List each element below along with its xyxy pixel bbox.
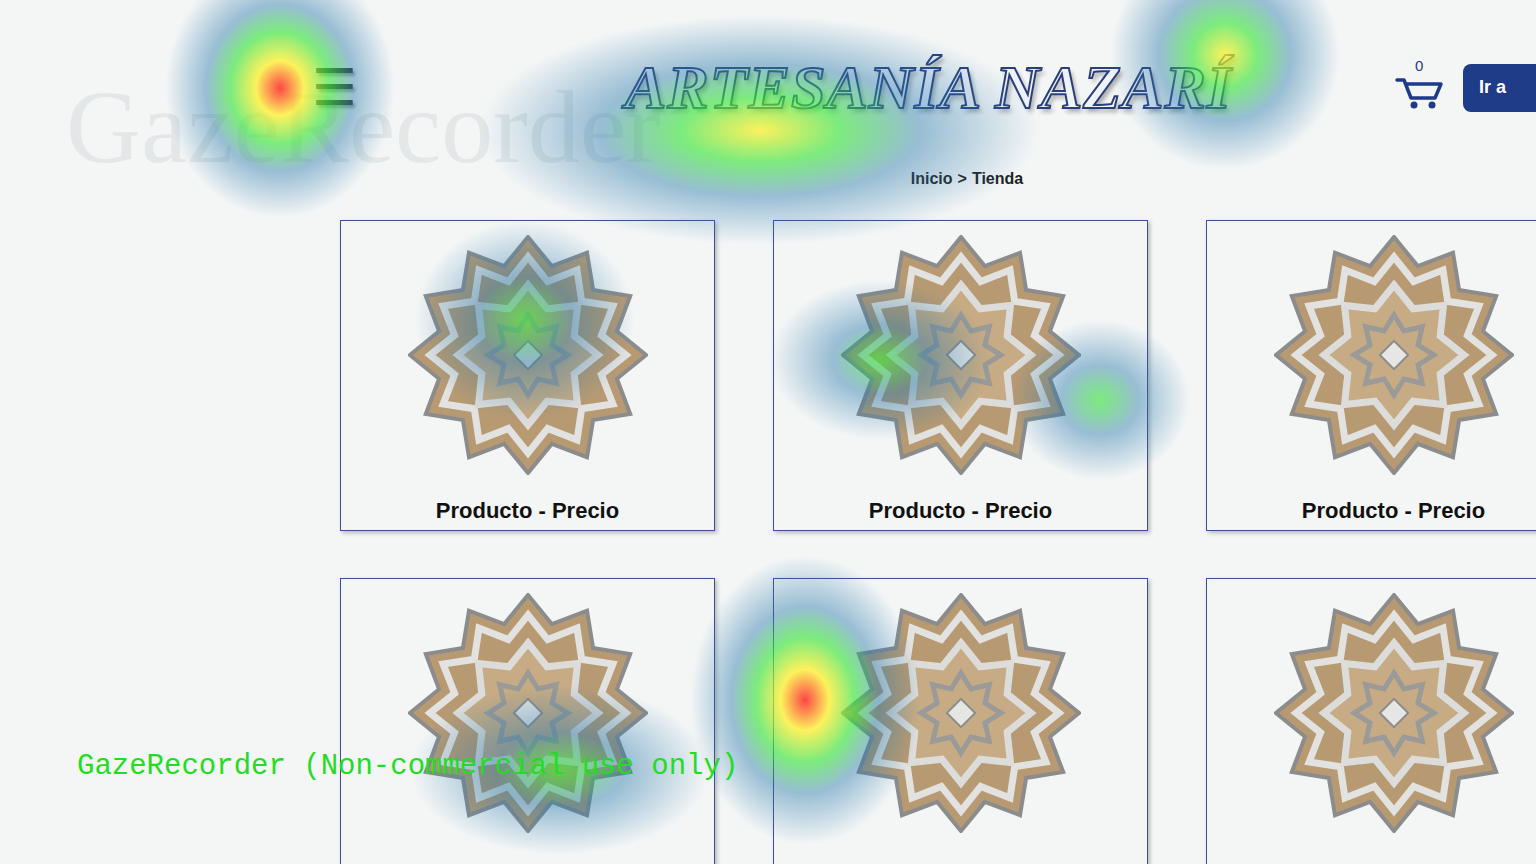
- header: ☰ ARTESANÍA NAZARÍ 0 Ir a: [0, 0, 1536, 165]
- product-card[interactable]: Producto - Precio: [340, 220, 715, 531]
- site-title: ARTESANÍA NAZARÍ: [625, 50, 1232, 124]
- product-label[interactable]: Producto - Precio: [869, 497, 1052, 526]
- tile-icon: [1274, 593, 1514, 833]
- product-card[interactable]: [340, 578, 715, 864]
- watermark: GazeRecorder: [66, 70, 661, 184]
- product-grid: Producto - Precio Producto - Precio Produc…: [0, 220, 1536, 864]
- product-card[interactable]: Producto - Precio: [773, 220, 1148, 531]
- page: GazeRecorder☰ ARTESANÍA NAZARÍ 0 Ir a Inicio…: [0, 0, 1536, 864]
- menu-button[interactable]: ☰: [312, 63, 357, 113]
- gaze-spot: [1010, 320, 1190, 480]
- cart[interactable]: 0: [1395, 66, 1445, 110]
- gaze-spot: [1110, 0, 1340, 170]
- product-label[interactable]: Producto - Precio: [436, 497, 619, 526]
- product-card[interactable]: Producto - Precio: [1206, 220, 1536, 531]
- tile-icon: [408, 593, 648, 833]
- breadcrumb: Inicio>Tienda: [0, 165, 1536, 193]
- gaze-spot: [690, 555, 920, 845]
- recorder-notice: GazeRecorder (Non-commercial use only): [77, 748, 738, 786]
- cart-count: 0: [1415, 58, 1423, 73]
- gaze-spot: [165, 0, 395, 218]
- product-card[interactable]: [1206, 578, 1536, 864]
- content: ☰ ARTESANÍA NAZARÍ 0 Ir a Inicio>Tienda Produ…: [0, 0, 1536, 864]
- product-label[interactable]: Producto - Precio: [1302, 497, 1485, 526]
- heatmap: [0, 0, 1536, 864]
- breadcrumb-item[interactable]: Inicio: [911, 167, 953, 191]
- go-button[interactable]: Ir a: [1463, 64, 1536, 112]
- tile-icon: [1274, 235, 1514, 475]
- gaze-spot: [480, 15, 1040, 245]
- gaze-spot: [770, 280, 990, 440]
- tile-icon: [841, 593, 1081, 833]
- gaze-spot: [415, 220, 635, 420]
- breadcrumb-separator: >: [958, 167, 967, 191]
- gaze-spot: [410, 685, 710, 855]
- breadcrumb-item[interactable]: Tienda: [972, 167, 1023, 191]
- product-card[interactable]: [773, 578, 1148, 864]
- tile-icon: [841, 235, 1081, 475]
- tile-icon: [408, 235, 648, 475]
